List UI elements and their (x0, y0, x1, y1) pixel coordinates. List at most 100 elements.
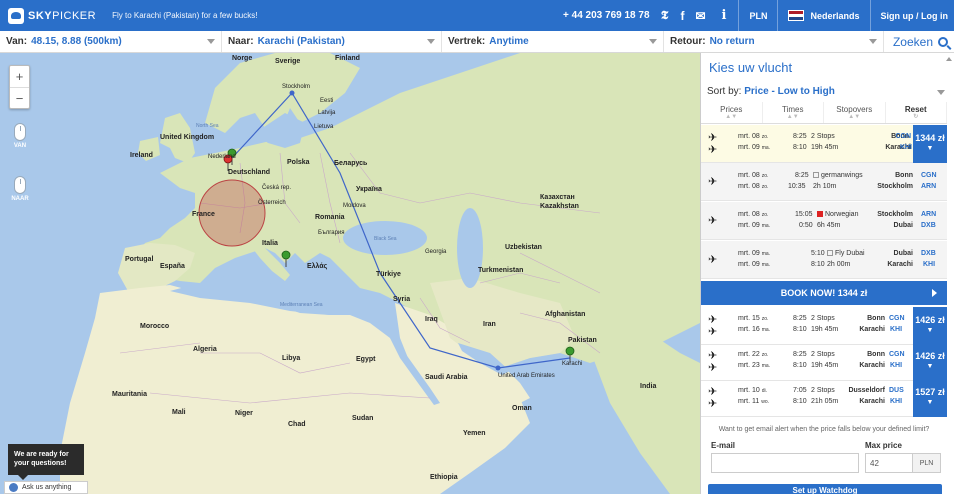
email-icon[interactable]: ✉ (694, 9, 708, 23)
map-label: Romania (315, 214, 345, 221)
map-label: Pakistan (568, 337, 597, 344)
segment-row: ✈ mrt. 08 zo. mrt. 09 ma. 15:05 Norwegia… (701, 202, 947, 240)
map-label: Ireland (130, 152, 153, 159)
tab-times[interactable]: Times ▲▼ (763, 102, 824, 123)
skypicker-logo-icon (8, 7, 24, 24)
search-button[interactable]: Zoeken (884, 31, 954, 52)
currency-selector[interactable]: PLN (739, 11, 777, 21)
map-label: Deutschland (228, 169, 271, 176)
map[interactable]: Norge Sverige Finland Stockholm Eesti La… (0, 53, 700, 494)
to-mouse-tool[interactable]: NAAR (9, 176, 31, 202)
tab-stopovers[interactable]: Stopovers ▲▼ (824, 102, 886, 123)
price-button[interactable]: 1527 zł ▼ (913, 379, 947, 417)
plane-icon: ✈ (708, 314, 718, 326)
email-field[interactable] (711, 453, 859, 473)
chat-button[interactable]: Ask us anything (4, 481, 88, 494)
zoom-in-button[interactable]: + (10, 66, 29, 87)
segment-row: ✈ mrt. 09 ma. mrt. 09 ma. 5:10 Fly Dubai… (701, 241, 947, 279)
scroll-up-icon[interactable] (945, 57, 952, 61)
search-icon (938, 36, 948, 47)
price-button[interactable]: 1426 zł ▼ (913, 343, 947, 381)
max-price-currency: PLN (913, 453, 941, 473)
sort-arrows-icon: ▲▼ (848, 114, 861, 120)
chat-bubble: We are ready for your questions! (8, 444, 84, 480)
price-alert-text: Want to get email alert when the price f… (718, 426, 930, 433)
chevron-down-icon[interactable] (937, 90, 945, 95)
results-panel: Kies uw vlucht Sort by: Price - Low to H… (700, 53, 954, 494)
map-label: Sudan (352, 415, 374, 422)
logo-text: SKYPICKER (28, 9, 97, 22)
plane-icon: ✈ (708, 144, 718, 156)
chevron-down-icon (649, 39, 657, 44)
plane-icon: ✈ (708, 398, 718, 410)
map-label: Polska (287, 159, 310, 166)
map-label: Norge (232, 55, 253, 62)
segment-row: ✈ mrt. 08 zo. mrt. 08 zo. 8:25 germanwin… (701, 163, 947, 201)
from-mouse-tool[interactable]: VAN (9, 123, 31, 149)
chevron-down-icon: ▼ (926, 145, 934, 152)
logo[interactable]: SKYPICKER (8, 7, 97, 24)
result-row[interactable]: ✈ ✈ mrt. 10 di. mrt. 11 wo. 7:05 2 Stops… (701, 379, 947, 417)
plane-icon: ✈ (708, 132, 718, 144)
map-label: Georgia (425, 249, 447, 255)
map-label: Latvija (318, 110, 336, 116)
chevron-down-icon (427, 39, 435, 44)
chevron-down-icon (207, 39, 215, 44)
map-label: Iraq (425, 316, 438, 323)
plane-icon: ✈ (708, 326, 718, 338)
watchdog-button[interactable]: Set up Watchdog (708, 484, 942, 494)
map-label: Niger (235, 410, 253, 417)
result-row[interactable]: ✈ ✈ mrt. 08 zo. mrt. 09 ma. 8:25 2 Stops… (701, 125, 947, 163)
refresh-icon: ↻ (913, 114, 919, 120)
to-field[interactable]: Naar: Karachi (Pakistan) (222, 31, 442, 52)
map-label: Türkiye (376, 271, 401, 278)
email-label: E-mail (711, 441, 736, 450)
map-label: Black Sea (374, 236, 397, 242)
map-label: Беларусь (334, 160, 368, 167)
max-price-field[interactable] (865, 453, 913, 473)
map-label: Uzbekistan (505, 244, 542, 251)
tab-prices[interactable]: Prices ▲▼ (701, 102, 763, 123)
tagline: Fly to Karachi (Pakistan) for a few buck… (112, 11, 258, 20)
info-icon[interactable]: i (722, 8, 727, 23)
facebook-icon[interactable]: f (676, 9, 690, 23)
plane-icon: ✈ (708, 350, 718, 362)
departure-field[interactable]: Vertrek: Anytime (442, 31, 664, 52)
result-row[interactable]: ✈ ✈ mrt. 15 zo. mrt. 16 ma. 8:25 2 Stops… (701, 307, 947, 345)
return-field[interactable]: Retour: No return (664, 31, 884, 52)
airline-logo-icon (813, 172, 819, 179)
book-now-button[interactable]: BOOK NOW! 1344 zł (701, 281, 947, 305)
map-label: Syria (393, 296, 411, 303)
sort-tabs: Prices ▲▼ Times ▲▼ Stopovers ▲▼ Reset ↻ (701, 102, 947, 124)
language-selector[interactable]: Nederlands (778, 10, 869, 21)
map-label: Eesti (320, 98, 334, 104)
zoom-out-button[interactable]: − (10, 87, 29, 108)
map-label: United Kingdom (160, 134, 215, 141)
map-label: Kazakhstan (540, 203, 579, 210)
map-label: Ethiopia (430, 474, 458, 481)
map-label: Finland (335, 55, 360, 62)
signup-login-link[interactable]: Sign up / Log in (871, 11, 954, 21)
price-button[interactable]: 1344 zł ▼ (913, 125, 947, 163)
chevron-down-icon: ▼ (926, 363, 934, 370)
chat-avatar-icon (9, 483, 18, 492)
map-label: Казахстан (540, 194, 575, 201)
map-label: Chad (288, 421, 306, 428)
plane-icon: ✈ (708, 386, 718, 398)
search-bar: Van: 48.15, 8.88 (500km) Naar: Karachi (Pa… (0, 31, 954, 53)
tab-reset[interactable]: Reset ↻ (886, 102, 947, 123)
result-row[interactable]: ✈ ✈ mrt. 22 zo. mrt. 23 ma. 8:25 2 Stops… (701, 343, 947, 381)
max-price-label: Max price (865, 441, 902, 450)
airline-logo-icon (827, 250, 833, 257)
map-label: Iran (483, 321, 496, 328)
from-field[interactable]: Van: 48.15, 8.88 (500km) (0, 31, 222, 52)
map-label: Portugal (125, 256, 154, 263)
price-button[interactable]: 1426 zł ▼ (913, 307, 947, 345)
map-label: Lietuva (314, 124, 334, 130)
sort-selector[interactable]: Sort by: Price - Low to High (707, 86, 835, 97)
panel-title: Kies uw vlucht (709, 60, 793, 75)
land-india (580, 323, 700, 494)
plane-icon: ✈ (708, 254, 718, 266)
map-label: Italia (262, 240, 278, 247)
twitter-icon[interactable]: 𝕿 (658, 8, 672, 23)
